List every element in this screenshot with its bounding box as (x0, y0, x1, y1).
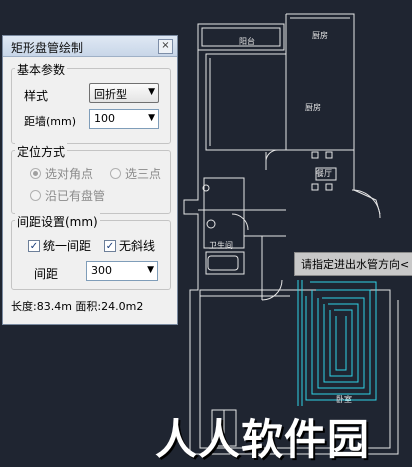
radio-dot-icon (30, 168, 41, 179)
radio-dot-icon (110, 168, 121, 179)
style-select[interactable]: 回折型 ▼ (89, 83, 159, 103)
uniform-spacing-label: 统一间距 (43, 239, 92, 253)
rect-coil-dialog: 矩形盘管绘制 × 基本参数 样式 回折型 ▼ 距墙(mm) 100 ▼ 定位方式… (2, 35, 178, 325)
spacing-label: 间距 (34, 267, 59, 281)
distance-label: 距墙(mm) (24, 115, 77, 128)
dialog-title: 矩形盘管绘制 (11, 41, 84, 55)
room-label-kitchen-top: 厨房 (312, 31, 328, 40)
spacing-legend: 间距设置(mm) (15, 213, 100, 230)
length-area-status: 长度:83.4m 面积:24.0m2 (11, 300, 144, 313)
close-icon[interactable]: × (158, 39, 173, 54)
radio-dot-icon (30, 190, 41, 201)
chevron-down-icon: ▼ (148, 87, 155, 97)
watermark-text: 人人软件园 (155, 415, 371, 464)
room-label-balcony: 阳台 (239, 37, 255, 46)
spacing-group: 间距设置(mm) ✓ 统一间距 ✓ 无斜线 间距 300 ▼ (11, 213, 171, 290)
room-label-bathroom: 卫生间 (209, 241, 233, 250)
room-label-kitchen: 厨房 (305, 103, 321, 112)
distance-value: 100 (94, 112, 115, 125)
dialog-titlebar[interactable]: 矩形盘管绘制 × (3, 36, 177, 57)
radio-diagonal-points[interactable]: 选对角点 (30, 165, 93, 182)
uniform-spacing-checkbox[interactable]: ✓ 统一间距 (28, 237, 91, 254)
style-value: 回折型 (94, 88, 127, 101)
room-label-dining: 餐厅 (316, 169, 332, 178)
distance-select[interactable]: 100 ▼ (89, 109, 159, 129)
basic-params-legend: 基本参数 (15, 61, 68, 78)
floor-plan-walls (183, 13, 399, 455)
no-diagonal-label: 无斜线 (119, 239, 156, 253)
radio-along-existing[interactable]: 沿已有盘管 (30, 187, 105, 204)
checkmark-icon: ✓ (104, 239, 116, 252)
radio-three-points[interactable]: 选三点 (110, 165, 161, 182)
style-label: 样式 (24, 89, 49, 103)
positioning-group: 定位方式 选对角点 选三点 沿已有盘管 (11, 143, 171, 214)
floor-heating-pipe-coil (297, 280, 377, 406)
radio-label: 选三点 (125, 167, 162, 181)
no-diagonal-checkbox[interactable]: ✓ 无斜线 (104, 237, 155, 254)
command-prompt-tooltip: 请指定进出水管方向< (294, 252, 412, 276)
room-label-bedroom: 卧室 (336, 395, 352, 404)
spacing-value: 300 (91, 264, 112, 277)
positioning-legend: 定位方式 (15, 143, 68, 160)
radio-label: 选对角点 (45, 167, 94, 181)
spacing-select[interactable]: 300 ▼ (86, 261, 158, 281)
checkmark-icon: ✓ (28, 239, 40, 252)
chevron-down-icon: ▼ (148, 113, 155, 123)
chevron-down-icon: ▼ (147, 265, 154, 275)
basic-params-group: 基本参数 样式 回折型 ▼ 距墙(mm) 100 ▼ (11, 61, 171, 144)
radio-label: 沿已有盘管 (45, 189, 106, 203)
